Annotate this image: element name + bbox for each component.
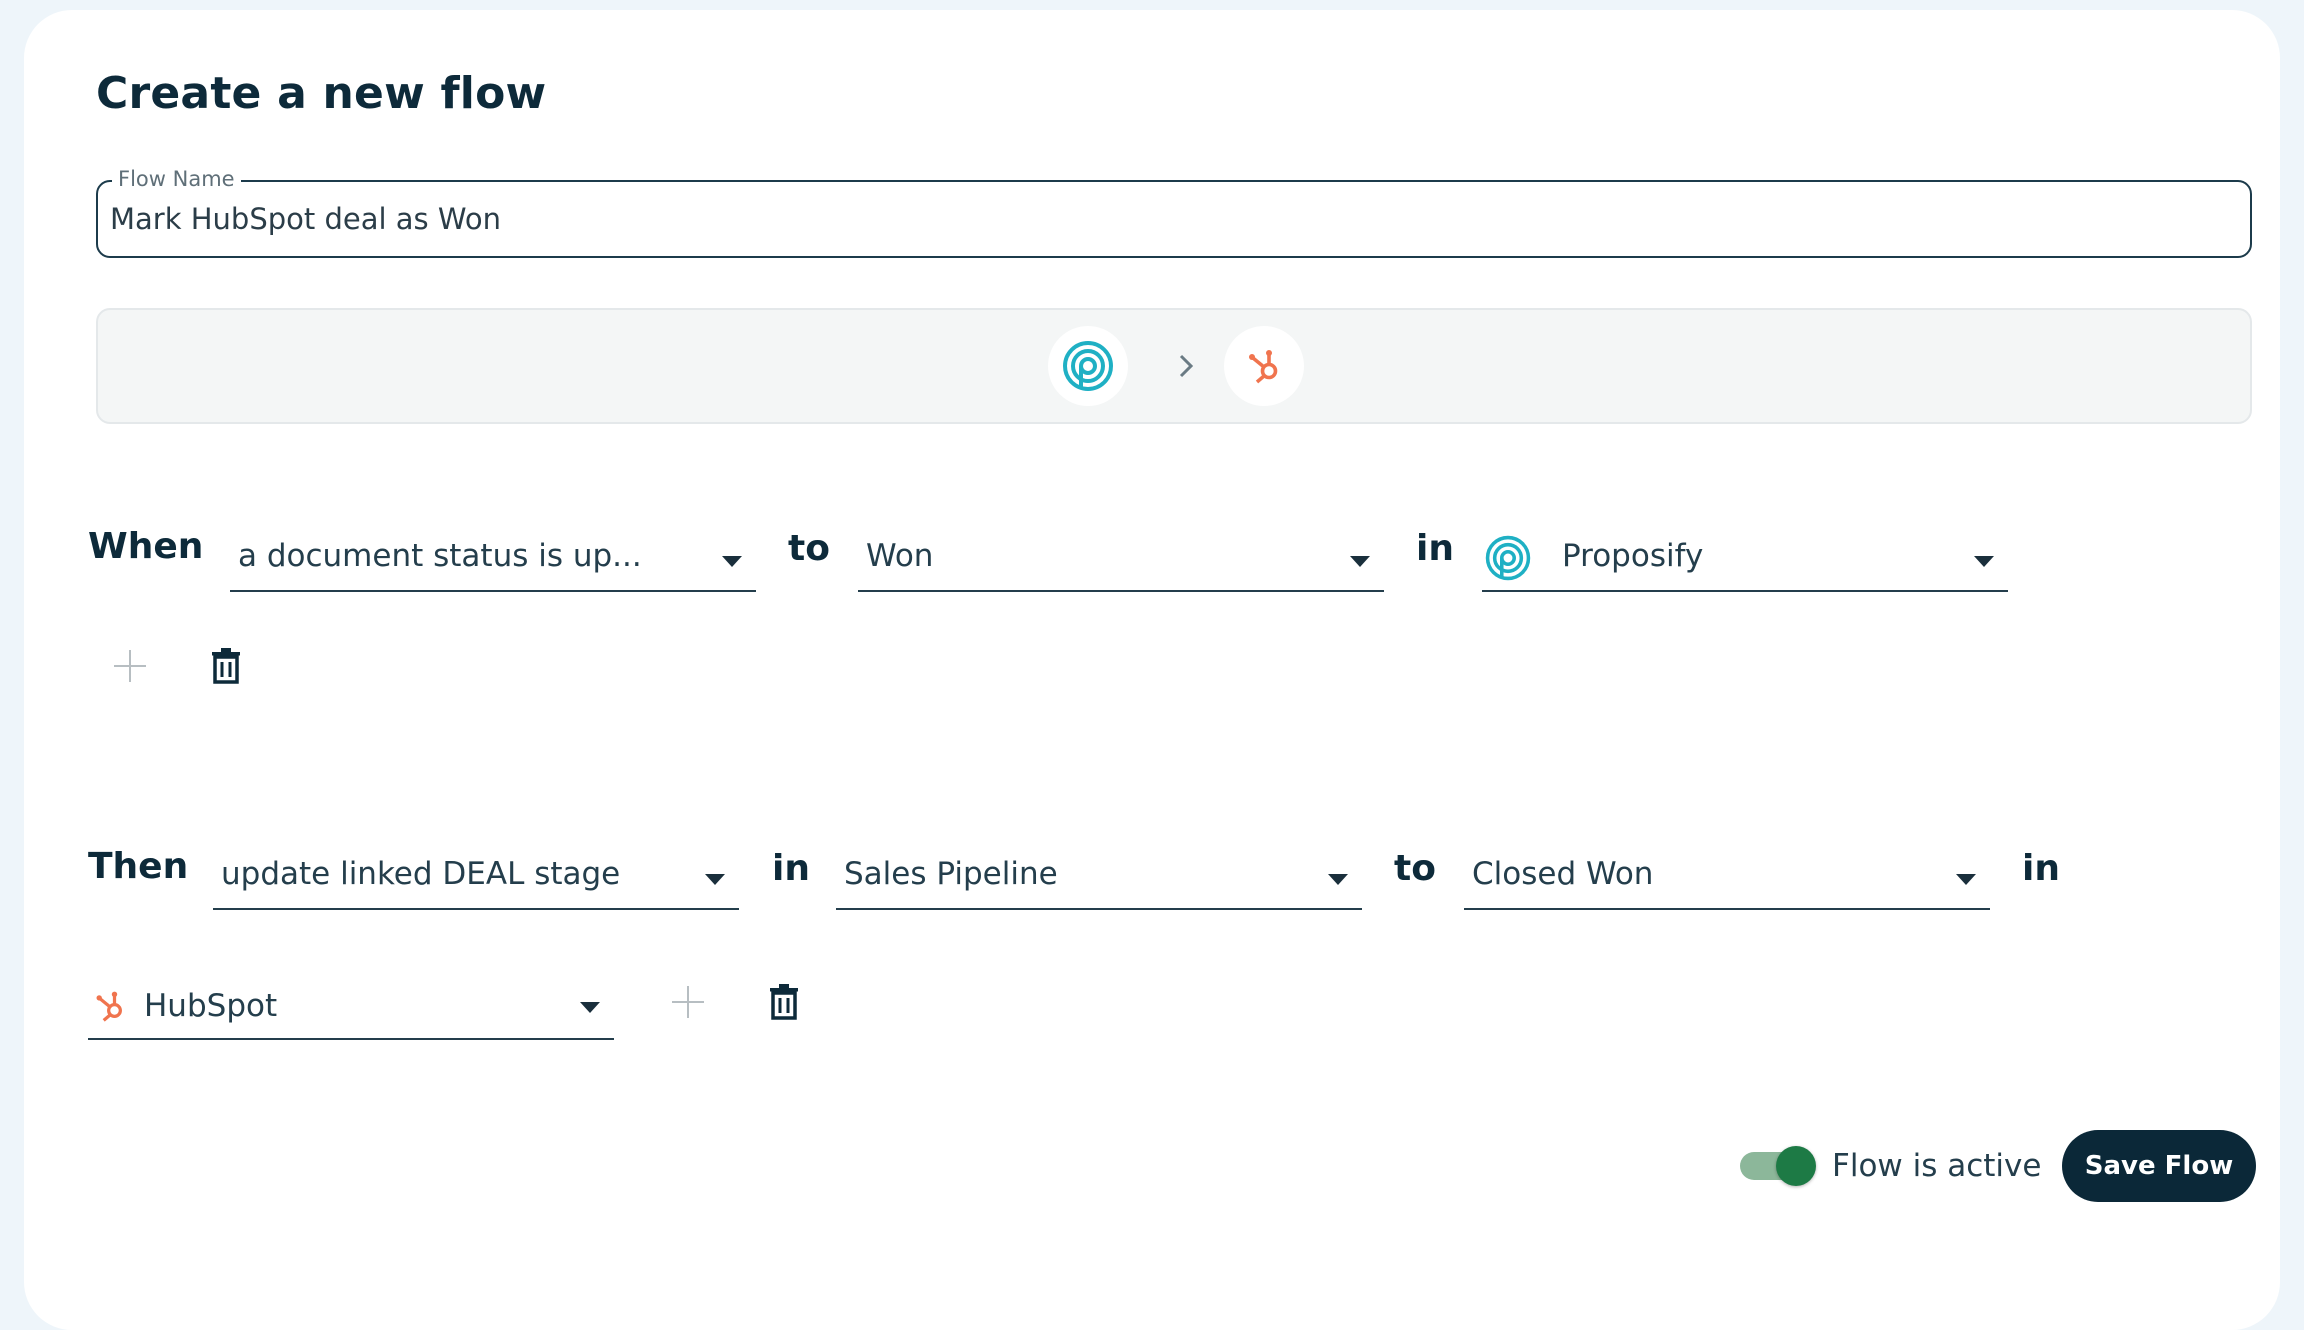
- trigger-event-select[interactable]: a document status is up...: [230, 530, 756, 592]
- proposify-logo-icon: [1484, 534, 1532, 586]
- trigger-event-value: a document status is up...: [238, 538, 642, 574]
- trigger-status-value: Won: [866, 538, 934, 574]
- chevron-down-icon: [1956, 874, 1976, 885]
- proposify-logo-icon: [1048, 326, 1128, 406]
- in-keyword: in: [1416, 528, 1454, 569]
- toggle-knob: [1776, 1146, 1816, 1186]
- add-action-button[interactable]: [664, 978, 712, 1026]
- connector-bar: [96, 308, 2252, 424]
- trash-icon: [212, 648, 240, 684]
- delete-trigger-button[interactable]: [202, 642, 250, 690]
- in-keyword: in: [772, 848, 810, 889]
- chevron-down-icon: [705, 874, 725, 885]
- trigger-status-select[interactable]: Won: [858, 530, 1384, 592]
- hubspot-logo-icon: [1224, 326, 1304, 406]
- chevron-right-icon: [1166, 346, 1206, 386]
- hubspot-logo-icon: [92, 988, 128, 1028]
- flow-active-label: Flow is active: [1832, 1148, 2042, 1184]
- when-keyword: When: [88, 526, 204, 567]
- action-type-value: update linked DEAL stage: [221, 856, 621, 892]
- save-flow-button[interactable]: Save Flow: [2062, 1130, 2256, 1202]
- chevron-down-icon: [1974, 556, 1994, 567]
- delete-action-button[interactable]: [760, 978, 808, 1026]
- trigger-app-select[interactable]: Proposify: [1482, 530, 2008, 592]
- chevron-down-icon: [1328, 874, 1348, 885]
- flow-card: Create a new flow Flow Name Mark HubSpot…: [24, 10, 2280, 1330]
- trigger-app-value: Proposify: [1562, 538, 1704, 574]
- flow-active-toggle[interactable]: [1740, 1146, 1816, 1186]
- chevron-down-icon: [580, 1002, 600, 1013]
- stage-select[interactable]: Closed Won: [1464, 848, 1990, 910]
- action-type-select[interactable]: update linked DEAL stage: [213, 848, 739, 910]
- in-keyword: in: [2022, 848, 2060, 889]
- to-keyword: to: [788, 528, 830, 569]
- page-title: Create a new flow: [96, 68, 547, 119]
- plus-icon: [114, 650, 146, 682]
- add-trigger-button[interactable]: [106, 642, 154, 690]
- pipeline-value: Sales Pipeline: [844, 856, 1058, 892]
- chevron-down-icon: [1350, 556, 1370, 567]
- flow-name-input[interactable]: [110, 202, 1310, 236]
- action-app-value: HubSpot: [144, 988, 278, 1024]
- trash-icon: [770, 984, 798, 1020]
- action-app-select[interactable]: HubSpot: [88, 978, 614, 1040]
- pipeline-select[interactable]: Sales Pipeline: [836, 848, 1362, 910]
- then-keyword: Then: [88, 846, 189, 887]
- flow-name-field[interactable]: Flow Name: [96, 167, 2252, 258]
- flow-name-label: Flow Name: [112, 167, 241, 191]
- chevron-down-icon: [722, 556, 742, 567]
- plus-icon: [672, 986, 704, 1018]
- to-keyword: to: [1394, 848, 1436, 889]
- stage-value: Closed Won: [1472, 856, 1654, 892]
